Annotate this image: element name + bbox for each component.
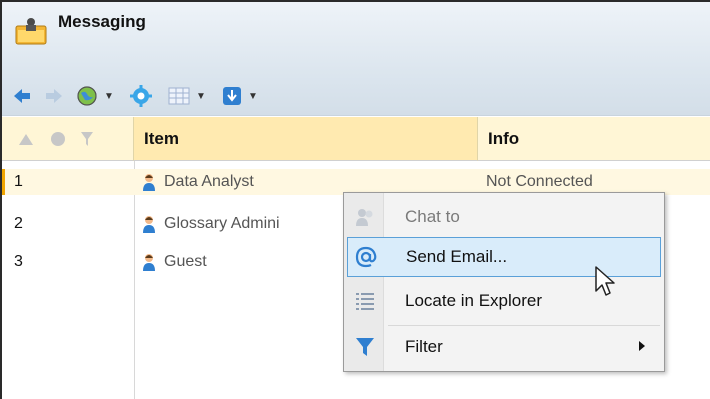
info-column-header[interactable]: Info <box>478 117 710 161</box>
row-selection-marker <box>2 169 5 195</box>
row-number: 2 <box>14 215 23 232</box>
at-sign-icon <box>355 246 377 268</box>
column-divider <box>134 161 135 399</box>
menu-item-filter[interactable]: Filter <box>347 327 661 367</box>
row-info: Not Connected <box>486 173 593 190</box>
user-icon <box>143 254 155 271</box>
chevron-down-icon: ▼ <box>104 90 114 102</box>
download-icon <box>223 87 241 105</box>
mouse-pointer-icon <box>595 266 615 296</box>
menu-separator <box>388 325 660 326</box>
settings-button[interactable] <box>130 84 152 108</box>
messaging-icon <box>15 18 47 45</box>
row-number: 3 <box>14 253 23 270</box>
row-item: Glossary Admini <box>142 215 280 233</box>
forward-arrow-icon <box>46 89 62 103</box>
menu-item-label: Chat to <box>405 207 460 226</box>
columns-icon <box>168 87 190 105</box>
filter-icon <box>81 131 93 146</box>
sort-triangle-icon <box>19 133 33 145</box>
menu-item-label: Filter <box>405 337 443 356</box>
row-item-label: Glossary Admini <box>164 215 280 232</box>
row-item: Data Analyst <box>142 173 254 191</box>
row-item-label: Data Analyst <box>164 173 254 190</box>
item-column-header[interactable]: Item <box>134 117 478 161</box>
back-arrow-icon <box>14 89 30 103</box>
gear-icon <box>130 85 152 107</box>
globe-dropdown-button[interactable]: ▼ <box>76 84 114 108</box>
user-icon <box>143 216 155 233</box>
context-menu: Chat to Send Email... Locate in Explorer… <box>343 192 665 372</box>
menu-item-label: Send Email... <box>406 247 508 266</box>
user-icon <box>143 174 155 191</box>
globe-icon <box>77 86 97 106</box>
row-item: Guest <box>142 253 207 271</box>
messaging-window: Messaging ▼ ▼ ▼ Item Info 1 Data Analyst… <box>0 0 710 399</box>
toolbar: ▼ ▼ ▼ <box>2 76 710 116</box>
row-item-label: Guest <box>164 253 207 270</box>
download-dropdown-button[interactable]: ▼ <box>222 84 258 108</box>
state-column-header[interactable] <box>2 117 134 161</box>
row-number: 1 <box>14 173 23 190</box>
menu-item-chat-to[interactable]: Chat to <box>347 197 661 237</box>
title-bar: Messaging <box>2 2 710 76</box>
back-button[interactable] <box>12 84 32 108</box>
submenu-arrow-icon <box>639 341 645 351</box>
menu-item-label: Locate in Explorer <box>405 291 543 310</box>
window-title: Messaging <box>58 12 146 31</box>
status-circle-icon <box>51 131 65 146</box>
filter-icon <box>356 338 374 356</box>
chevron-down-icon: ▼ <box>248 90 258 102</box>
list-icon <box>356 293 374 310</box>
forward-button[interactable] <box>44 84 64 108</box>
columns-dropdown-button[interactable]: ▼ <box>168 84 206 108</box>
chevron-down-icon: ▼ <box>196 90 206 102</box>
chat-icon <box>356 209 373 226</box>
